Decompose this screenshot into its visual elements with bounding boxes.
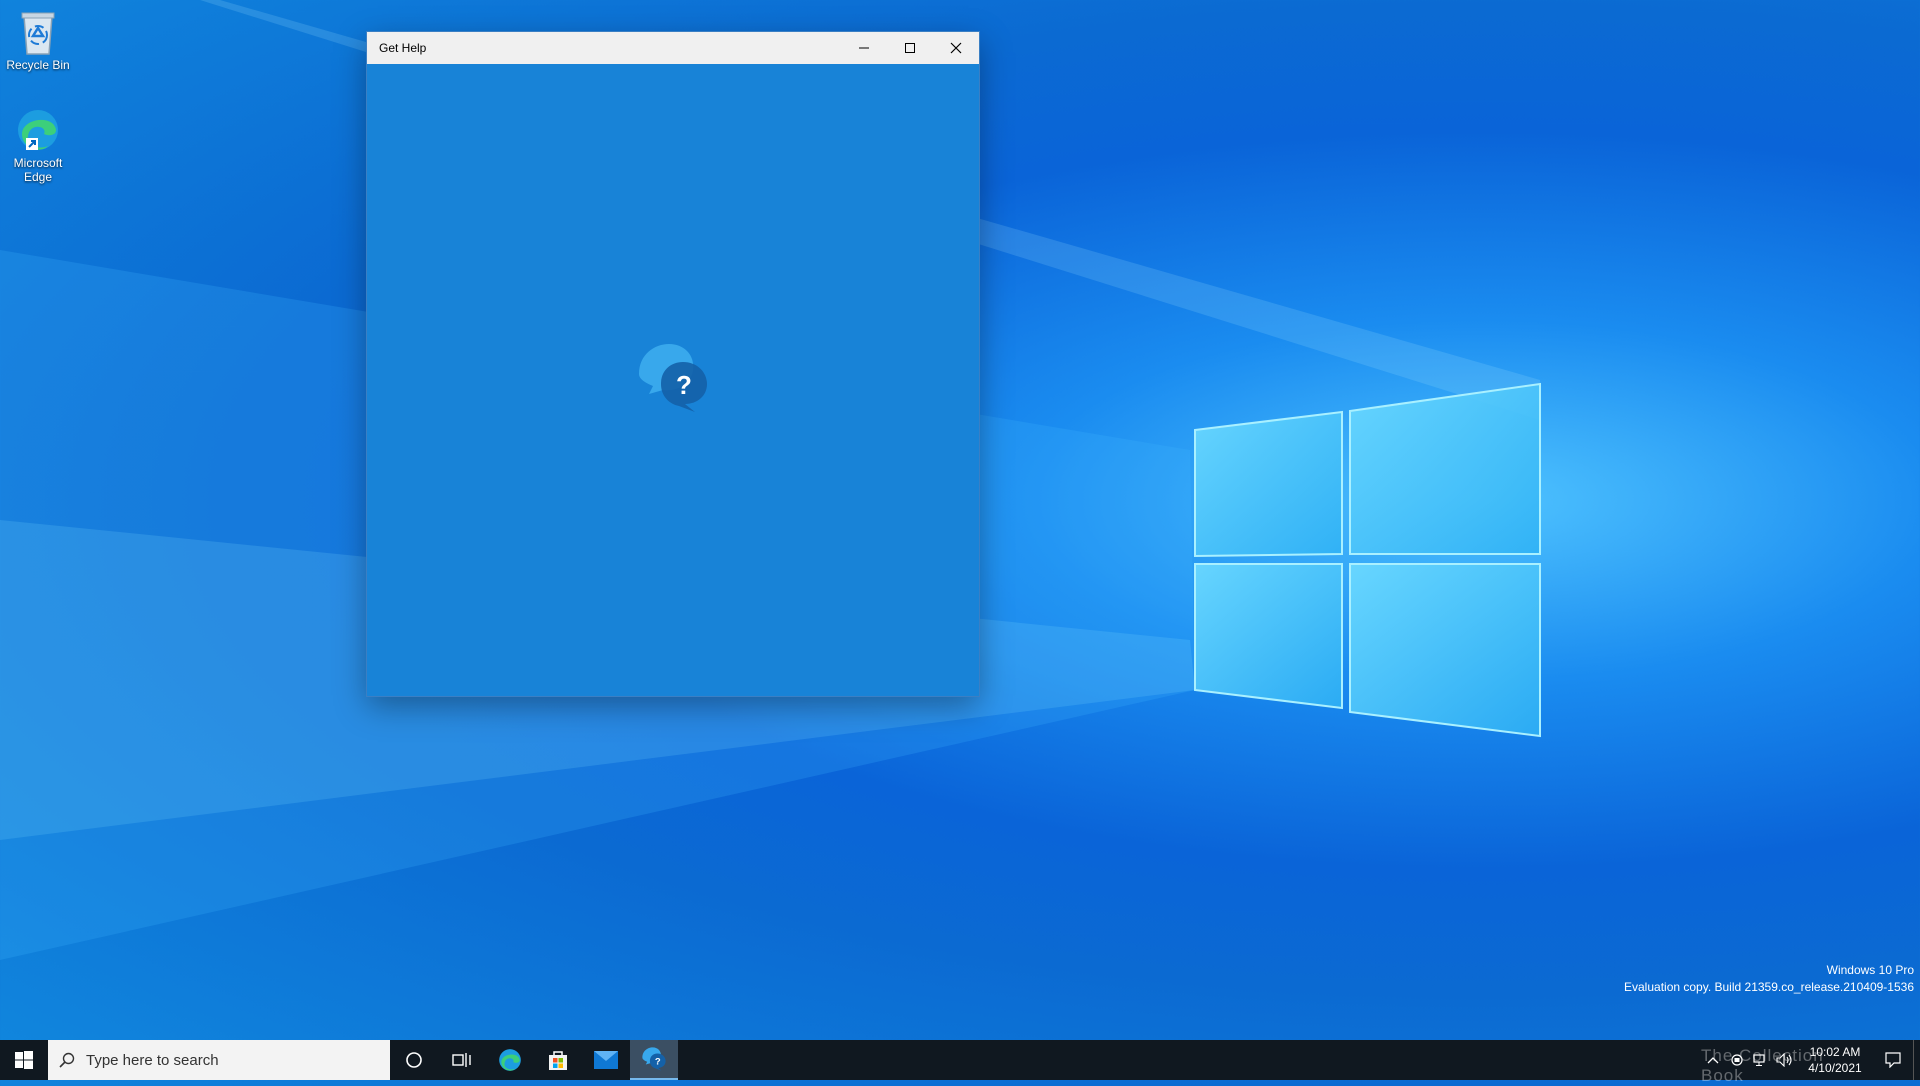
maximize-icon — [905, 43, 915, 53]
minimize-button[interactable] — [841, 32, 887, 64]
cortana-icon — [406, 1052, 422, 1068]
windows-watermark: Windows 10 Pro Evaluation copy. Build 21… — [1624, 962, 1914, 996]
get-help-icon: ? — [642, 1047, 666, 1071]
desktop-icon-microsoft-edge[interactable]: Microsoft Edge — [0, 106, 76, 184]
windows-logo-icon — [15, 1051, 33, 1069]
search-icon — [48, 1052, 86, 1068]
close-icon — [950, 42, 962, 54]
desktop-icon-label: Recycle Bin — [6, 58, 70, 72]
desktop-icon-label: Microsoft Edge — [13, 156, 63, 184]
minimize-icon — [859, 47, 869, 49]
start-button[interactable] — [0, 1040, 48, 1080]
edition-text: Windows 10 Pro — [1826, 963, 1914, 977]
taskbar-edge-button[interactable] — [486, 1040, 534, 1080]
maximize-button[interactable] — [887, 32, 933, 64]
task-view-button[interactable] — [438, 1040, 486, 1080]
build-text: Evaluation copy. Build 21359.co_release.… — [1624, 980, 1914, 994]
store-icon — [549, 1051, 567, 1070]
system-tray: 10:02 AM 4/10/2021 The Collection Book — [1701, 1040, 1920, 1085]
window-titlebar[interactable]: Get Help — [367, 32, 979, 64]
desktop: Recycle Bin Microsoft Edge Get Help ? Wi… — [0, 0, 1920, 1040]
get-help-icon: ? — [639, 344, 707, 412]
svg-text:?: ? — [655, 1056, 661, 1067]
get-help-window: Get Help ? — [367, 32, 979, 696]
taskbar: Type here to search ? 10:02 AM 4/10/2021… — [0, 1040, 1920, 1085]
watermark-text: The Collection Book — [1701, 1046, 1824, 1085]
task-view-icon — [452, 1053, 471, 1067]
taskbar-mail-button[interactable] — [582, 1040, 630, 1080]
desktop-icon-recycle-bin[interactable]: Recycle Bin — [0, 8, 76, 72]
search-input[interactable]: Type here to search — [48, 1040, 390, 1080]
window-title: Get Help — [379, 41, 427, 55]
edge-icon — [499, 1049, 521, 1071]
show-desktop-button[interactable] — [1913, 1040, 1920, 1080]
taskbar-store-button[interactable] — [534, 1040, 582, 1080]
search-placeholder: Type here to search — [86, 1051, 219, 1069]
recycle-bin-icon — [21, 12, 55, 55]
cortana-button[interactable] — [390, 1040, 438, 1080]
svg-text:?: ? — [676, 370, 692, 400]
action-center-button[interactable] — [1873, 1052, 1913, 1068]
taskbar-get-help-button[interactable]: ? — [630, 1040, 678, 1080]
edge-icon — [18, 110, 58, 150]
mail-icon — [594, 1051, 618, 1069]
close-button[interactable] — [933, 32, 979, 64]
notification-icon — [1885, 1052, 1901, 1068]
